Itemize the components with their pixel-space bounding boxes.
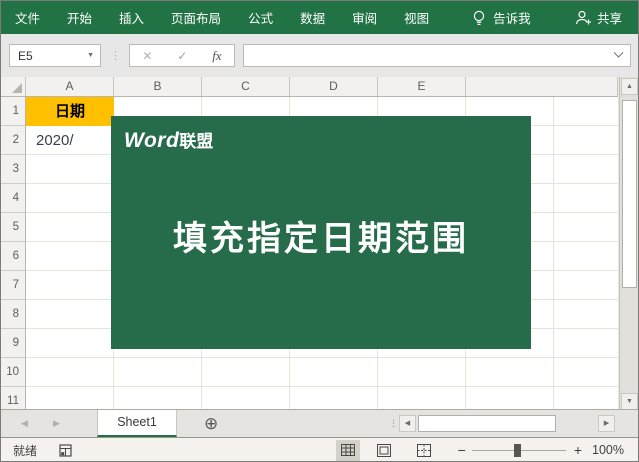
formula-input[interactable] <box>243 44 631 67</box>
row-header-4[interactable]: 4 <box>1 184 25 213</box>
column-headers: A B C D E <box>1 77 618 97</box>
name-box-value: E5 <box>18 49 33 63</box>
vertical-scrollbar[interactable]: ▲ ▼ <box>619 77 638 411</box>
name-box-dropdown-icon[interactable]: ▼ <box>87 52 94 59</box>
tab-insert[interactable]: 插入 <box>119 8 144 27</box>
status-bar: 就绪 <box>1 437 638 462</box>
zoom-level[interactable]: 100% <box>592 443 624 457</box>
row-header-8[interactable]: 8 <box>1 300 25 329</box>
insert-function-icon[interactable]: fx <box>212 48 221 64</box>
scroll-down-icon[interactable]: ▼ <box>621 393 638 410</box>
row-header-5[interactable]: 5 <box>1 213 25 242</box>
tell-me-label: 告诉我 <box>493 8 531 27</box>
sheet-tab-bar: ◀ ▶ Sheet1 ⊕ ⋮⋮ ◀ ▶ <box>1 409 638 437</box>
prev-sheet-icon[interactable]: ◀ <box>21 410 28 437</box>
formula-buttons: ✕ ✓ fx <box>129 44 235 67</box>
tab-file[interactable]: 文件 <box>15 8 40 27</box>
name-box[interactable]: E5 ▼ <box>9 44 101 67</box>
next-sheet-icon[interactable]: ▶ <box>53 410 60 437</box>
status-mode: 就绪 <box>13 442 37 459</box>
row-header-10[interactable]: 10 <box>1 358 25 387</box>
cell-a1[interactable]: 日期 <box>26 97 114 126</box>
lightbulb-icon <box>472 10 486 26</box>
page-layout-view-button[interactable] <box>372 440 396 461</box>
column-header-e[interactable]: E <box>378 77 466 96</box>
tutorial-overlay-card: Word联盟 填充指定日期范围 <box>111 116 531 349</box>
column-header-a[interactable]: A <box>26 77 114 96</box>
excel-window: 文件 开始 插入 页面布局 公式 数据 审阅 视图 告诉我 共享 <box>0 0 639 462</box>
new-sheet-icon[interactable]: ⊕ <box>204 410 218 437</box>
cancel-icon[interactable]: ✕ <box>142 49 152 63</box>
formula-bar-row: E5 ▼ ⋮ ✕ ✓ fx <box>1 34 638 77</box>
vertical-scrollbar-thumb[interactable] <box>622 100 637 288</box>
row-header-9[interactable]: 9 <box>1 329 25 358</box>
page-layout-icon <box>377 444 391 457</box>
normal-view-button[interactable] <box>336 440 360 461</box>
card-title: 填充指定日期范围 <box>111 211 531 260</box>
column-header-rest <box>466 77 618 96</box>
enter-icon[interactable]: ✓ <box>177 49 187 63</box>
page-break-preview-icon <box>417 444 431 457</box>
formula-bar-separator: ⋮ <box>110 44 121 67</box>
cell-a2[interactable]: 2020/ <box>26 126 114 155</box>
scroll-up-icon[interactable]: ▲ <box>621 78 638 95</box>
tab-data[interactable]: 数据 <box>300 8 325 27</box>
tell-me-button[interactable]: 告诉我 <box>472 8 531 27</box>
row-header-7[interactable]: 7 <box>1 271 25 300</box>
tab-formulas[interactable]: 公式 <box>248 8 273 27</box>
row-header-6[interactable]: 6 <box>1 242 25 271</box>
expand-formula-bar-icon[interactable] <box>614 48 624 58</box>
horizontal-scrollbar-thumb[interactable] <box>418 415 556 432</box>
share-button[interactable]: 共享 <box>575 8 622 27</box>
row-headers: 1 2 3 4 5 6 7 8 9 10 11 <box>1 97 26 409</box>
select-all-button[interactable] <box>1 77 26 96</box>
row-header-1[interactable]: 1 <box>1 97 25 126</box>
brand-logo: Word联盟 <box>124 127 213 153</box>
sheet-tab-sheet1[interactable]: Sheet1 <box>97 410 177 437</box>
row-header-11[interactable]: 11 <box>1 387 25 409</box>
select-all-triangle-icon <box>12 83 22 93</box>
column-header-d[interactable]: D <box>290 77 378 96</box>
normal-view-icon <box>341 444 355 456</box>
share-person-icon <box>575 10 592 25</box>
scroll-right-icon[interactable]: ▶ <box>598 415 615 432</box>
tab-view[interactable]: 视图 <box>404 8 429 27</box>
macro-record-icon[interactable] <box>59 444 72 457</box>
zoom-slider[interactable] <box>472 450 566 451</box>
scroll-left-icon[interactable]: ◀ <box>399 415 416 432</box>
zoom-slider-thumb[interactable] <box>514 444 521 457</box>
brand-word: Word <box>124 129 179 152</box>
zoom-out-button[interactable]: − <box>458 442 466 458</box>
tab-home[interactable]: 开始 <box>67 8 92 27</box>
page-break-preview-button[interactable] <box>412 440 436 461</box>
row-header-3[interactable]: 3 <box>1 155 25 184</box>
brand-suffix: 联盟 <box>179 132 213 151</box>
ribbon-tab-bar: 文件 开始 插入 页面布局 公式 数据 审阅 视图 告诉我 共享 <box>1 1 638 34</box>
share-label: 共享 <box>597 8 622 27</box>
column-header-c[interactable]: C <box>202 77 290 96</box>
tab-page-layout[interactable]: 页面布局 <box>171 8 221 27</box>
zoom-in-button[interactable]: + <box>574 442 582 458</box>
tab-review[interactable]: 审阅 <box>352 8 377 27</box>
column-header-b[interactable]: B <box>114 77 202 96</box>
row-header-2[interactable]: 2 <box>1 126 25 155</box>
